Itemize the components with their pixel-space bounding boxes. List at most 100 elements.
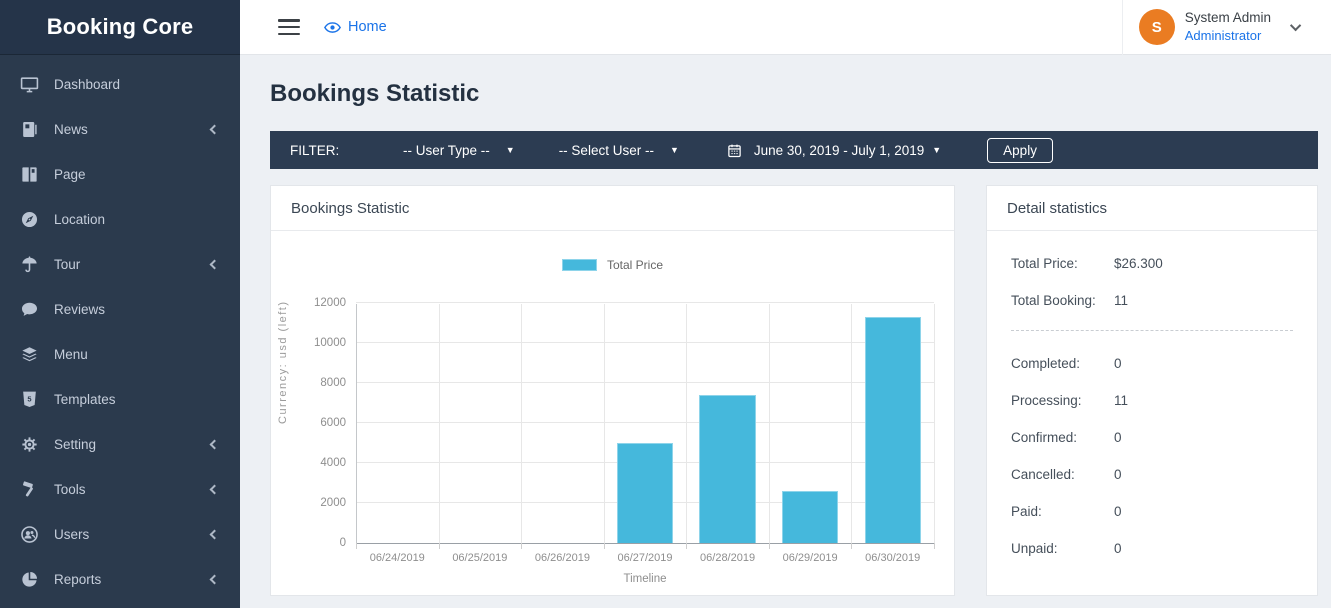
bar-06/27/2019 — [617, 443, 673, 543]
stat-value: 11 — [1114, 393, 1128, 408]
gridline-vertical — [686, 304, 687, 543]
detail-card-title: Detail statistics — [987, 186, 1317, 231]
calendar-icon — [727, 143, 742, 158]
gridline-vertical — [769, 304, 770, 543]
x-axis-tick: 06/27/2019 — [617, 552, 672, 564]
sidebar-item-label: Tour — [54, 257, 80, 272]
sidebar-item-label: Dashboard — [54, 77, 120, 92]
stat-label: Cancelled: — [1011, 467, 1114, 482]
chevron-left-icon — [210, 530, 220, 540]
sidebar-item-reviews[interactable]: Reviews — [0, 287, 240, 332]
gridline-horizontal — [356, 302, 934, 303]
filter-label: FILTER: — [290, 143, 345, 158]
page-title: Bookings Statistic — [270, 80, 1331, 108]
sidebar-item-location[interactable]: Location — [0, 197, 240, 242]
y-axis-tick: 6000 — [320, 417, 346, 429]
x-axis-tick: 06/29/2019 — [783, 552, 838, 564]
summary-stats: Total Price:$26.300 Total Booking:11 — [1011, 256, 1293, 308]
sidebar-item-reports[interactable]: Reports — [0, 557, 240, 602]
x-axis-tickmark — [604, 543, 605, 549]
x-axis-tick: 06/30/2019 — [865, 552, 920, 564]
chevron-left-icon — [210, 440, 220, 450]
user-name: System Admin — [1185, 9, 1271, 27]
user-type-dropdown-value: -- User Type -- — [403, 143, 490, 158]
gear-icon — [20, 435, 39, 454]
users-icon — [20, 525, 39, 544]
sidebar-item-label: Location — [54, 212, 105, 227]
bar-06/28/2019 — [699, 395, 755, 543]
layers-icon — [20, 345, 39, 364]
chevron-left-icon — [210, 485, 220, 495]
sidebar-item-tools[interactable]: Tools — [0, 467, 240, 512]
stat-row: Total Price:$26.300 — [1011, 256, 1293, 271]
sidebar-item-templates[interactable]: 5 Templates — [0, 377, 240, 422]
sidebar-item-tour[interactable]: Tour — [0, 242, 240, 287]
compass-icon — [20, 210, 39, 229]
y-axis-tick: 10000 — [314, 337, 346, 349]
main-content: Bookings Statistic FILTER: -- User Type … — [240, 55, 1331, 608]
caret-down-icon: ▼ — [506, 146, 515, 155]
y-axis-tick: 0 — [340, 537, 346, 549]
brand-logo: Booking Core — [0, 0, 240, 55]
bookings-statistic-card: Bookings Statistic Total Price Currency:… — [270, 185, 955, 596]
sidebar-item-label: Users — [54, 527, 89, 542]
chart-legend: Total Price — [271, 231, 954, 272]
eye-icon — [324, 21, 341, 34]
user-menu[interactable]: S System Admin Administrator — [1122, 0, 1331, 55]
x-axis-tickmark — [439, 543, 440, 549]
detail-statistics-card: Detail statistics Total Price:$26.300Tot… — [986, 185, 1318, 596]
home-label: Home — [348, 19, 387, 35]
legend-label: Total Price — [607, 258, 663, 272]
hamburger-menu-icon[interactable] — [278, 19, 300, 35]
stat-value: $26.300 — [1114, 256, 1163, 271]
sidebar-item-users[interactable]: Users — [0, 512, 240, 557]
home-link[interactable]: Home — [324, 19, 387, 35]
sidebar-item-label: Tools — [54, 482, 86, 497]
sidebar-item-label: Templates — [54, 392, 116, 407]
user-role-link[interactable]: Administrator — [1185, 27, 1271, 45]
sidebar-item-dashboard[interactable]: Dashboard — [0, 62, 240, 107]
stat-label: Unpaid: — [1011, 541, 1114, 556]
x-axis-label: Timeline — [356, 573, 934, 585]
x-axis-tickmark — [769, 543, 770, 549]
desktop-icon — [20, 75, 39, 94]
sidebar-item-label: Reports — [54, 572, 101, 587]
pie-chart-icon — [20, 570, 39, 589]
y-axis-label: Currency: usd (left) — [277, 300, 289, 424]
gridline-horizontal — [356, 422, 934, 423]
sidebar-item-setting[interactable]: Setting — [0, 422, 240, 467]
chevron-down-icon — [1290, 20, 1301, 31]
select-user-dropdown[interactable]: -- Select User -- ▼ — [559, 143, 679, 158]
sidebar-item-label: Page — [54, 167, 86, 182]
bookings-chart[interactable]: Total Price Currency: usd (left) 0200040… — [271, 231, 954, 596]
sidebar-item-label: Menu — [54, 347, 88, 362]
gridline-vertical — [521, 304, 522, 543]
status-stats: Completed:0Processing:11Confirmed:0Cance… — [1011, 356, 1293, 556]
stat-label: Paid: — [1011, 504, 1114, 519]
sidebar-item-menu[interactable]: Menu — [0, 332, 240, 377]
user-type-dropdown[interactable]: -- User Type -- ▼ — [403, 143, 515, 158]
x-axis-tick: 06/26/2019 — [535, 552, 590, 564]
stat-row: Paid:0 — [1011, 504, 1293, 519]
html5-icon: 5 — [20, 390, 39, 409]
stat-value: 0 — [1114, 356, 1122, 371]
stat-value: 0 — [1114, 541, 1122, 556]
dashed-divider — [1011, 330, 1293, 331]
comment-icon — [20, 300, 39, 319]
sidebar-item-page[interactable]: Page — [0, 152, 240, 197]
topbar: Home S System Admin Administrator — [240, 0, 1331, 55]
stat-label: Confirmed: — [1011, 430, 1114, 445]
stat-value: 0 — [1114, 430, 1122, 445]
stat-value: 11 — [1114, 293, 1128, 308]
date-range-picker[interactable]: June 30, 2019 - July 1, 2019 ▼ — [727, 143, 941, 158]
page-icon — [20, 165, 39, 184]
chart-plot-area: 02000400060008000100001200006/24/201906/… — [356, 304, 934, 544]
stat-row: Unpaid:0 — [1011, 541, 1293, 556]
x-axis-tickmark — [934, 543, 935, 549]
apply-button[interactable]: Apply — [987, 138, 1053, 163]
gridline-vertical — [356, 304, 357, 543]
stat-label: Completed: — [1011, 356, 1114, 371]
sidebar-item-news[interactable]: News — [0, 107, 240, 152]
sidebar-nav: Dashboard News Page Location Tour Reviews Menu… — [0, 55, 240, 602]
stat-label: Total Booking: — [1011, 293, 1114, 308]
